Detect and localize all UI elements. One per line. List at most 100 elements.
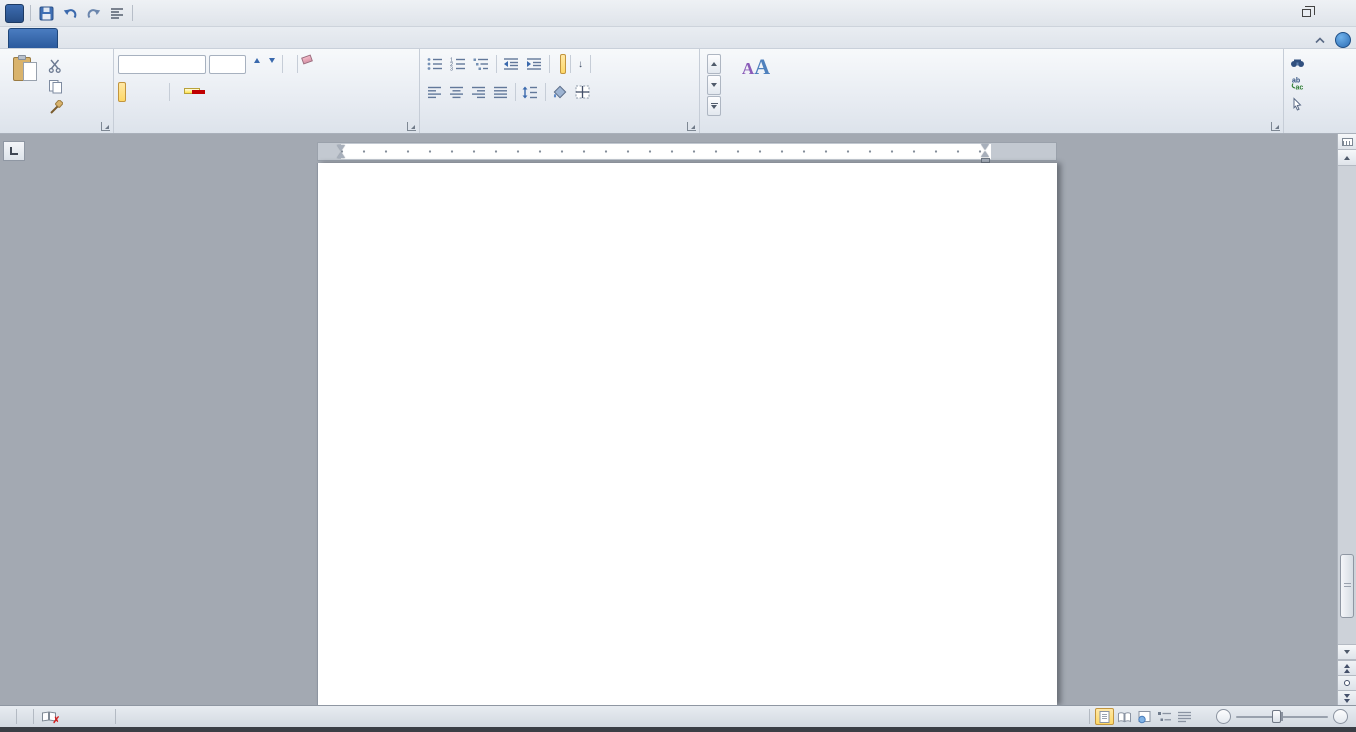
increase-indent-button[interactable] <box>523 54 545 74</box>
bullets-button[interactable] <box>424 54 446 74</box>
align-center-icon <box>449 86 464 99</box>
status-bar: ✗ <box>0 705 1356 727</box>
justify-lines-icon[interactable] <box>108 3 126 23</box>
text-effects-button[interactable] <box>173 82 181 102</box>
save-button[interactable] <box>37 3 56 23</box>
divider <box>496 55 497 73</box>
first-line-indent-marker[interactable] <box>981 144 990 163</box>
multilevel-list-button[interactable] <box>470 54 492 74</box>
styles-scroll-up-button[interactable] <box>707 54 721 74</box>
underline-button[interactable] <box>134 82 142 102</box>
show-paragraph-marks-button[interactable] <box>594 54 600 74</box>
clipboard-small-buttons <box>46 52 69 119</box>
font-name-select[interactable] <box>118 55 206 74</box>
change-case-button[interactable] <box>286 54 294 74</box>
clipboard-dialog-launcher[interactable] <box>101 122 110 131</box>
paragraph-dialog-launcher[interactable] <box>687 122 696 131</box>
save-icon <box>39 6 54 21</box>
styles-gallery-expand-button[interactable] <box>707 96 721 116</box>
customize-qat-button[interactable] <box>139 3 143 23</box>
decrease-indent-button[interactable] <box>500 54 522 74</box>
undo-button[interactable] <box>60 3 80 23</box>
ruler-active-area <box>341 144 991 159</box>
justify-button[interactable] <box>490 82 511 102</box>
title-bar <box>0 0 1356 27</box>
borders-button[interactable] <box>572 82 594 102</box>
align-left-button[interactable] <box>424 82 445 102</box>
paste-button[interactable] <box>4 52 46 118</box>
ltr-direction-button[interactable] <box>553 54 559 74</box>
ribbon-tab-row <box>0 27 1356 48</box>
zoom-in-button[interactable] <box>1333 709 1348 724</box>
font-dialog-launcher[interactable] <box>407 122 416 131</box>
view-ruler-toggle-button[interactable] <box>1338 134 1356 150</box>
tab-file[interactable] <box>8 28 58 48</box>
draft-view-icon <box>1177 710 1192 724</box>
right-indent-marker[interactable] <box>337 145 345 158</box>
browse-object-icon <box>1344 680 1350 686</box>
clear-formatting-button[interactable] <box>301 54 309 74</box>
word-logo-icon[interactable] <box>5 4 24 23</box>
strikethrough-button[interactable] <box>142 82 150 102</box>
subscript-button[interactable] <box>150 82 158 102</box>
outline-view-icon <box>1157 710 1172 724</box>
styles-dialog-launcher[interactable] <box>1271 122 1280 131</box>
select-button[interactable] <box>1290 94 1354 114</box>
restore-button[interactable] <box>1292 3 1320 23</box>
zoom-slider-handle[interactable] <box>1272 710 1281 723</box>
bold-button[interactable] <box>118 82 126 102</box>
proofing-status-icon[interactable]: ✗ <box>42 711 57 723</box>
close-button[interactable] <box>1322 3 1350 23</box>
font-size-select[interactable] <box>209 55 246 74</box>
print-layout-view-button[interactable] <box>1095 708 1114 725</box>
vertical-scrollbar[interactable] <box>1337 134 1356 705</box>
cut-button[interactable] <box>46 56 69 75</box>
previous-page-button[interactable] <box>1338 660 1356 675</box>
numbering-button[interactable]: 123 <box>447 54 469 74</box>
outline-view-button[interactable] <box>1155 708 1174 725</box>
scrollbar-track[interactable] <box>1338 166 1356 666</box>
align-right-button[interactable] <box>468 82 489 102</box>
document-area <box>0 134 1356 705</box>
binoculars-icon <box>1290 56 1305 69</box>
paintbrush-icon <box>48 100 63 115</box>
select-browse-object-button[interactable] <box>1338 675 1356 690</box>
web-layout-view-button[interactable] <box>1135 708 1154 725</box>
format-painter-button[interactable] <box>46 98 69 117</box>
rtl-direction-button[interactable] <box>560 54 566 74</box>
highlight-button[interactable] <box>181 82 189 102</box>
zoom-slider-center-tick <box>1281 712 1283 721</box>
scroll-down-button[interactable] <box>1338 644 1356 660</box>
redo-button[interactable] <box>84 3 104 23</box>
align-left-icon <box>427 86 442 99</box>
superscript-button[interactable] <box>158 82 166 102</box>
replace-button[interactable]: abac <box>1290 73 1354 93</box>
copy-button[interactable] <box>46 77 69 96</box>
scroll-up-button[interactable] <box>1338 150 1356 166</box>
clipboard-icon <box>13 55 37 83</box>
zoom-out-button[interactable] <box>1216 709 1231 724</box>
zoom-slider[interactable] <box>1236 709 1328 724</box>
full-screen-reading-view-button[interactable] <box>1115 708 1134 725</box>
horizontal-ruler[interactable] <box>317 142 1057 161</box>
next-page-button[interactable] <box>1338 690 1356 705</box>
grow-font-button[interactable] <box>249 54 264 74</box>
svg-text:ab: ab <box>1292 78 1300 85</box>
document-page[interactable] <box>317 163 1057 705</box>
align-center-button[interactable] <box>446 82 467 102</box>
find-button[interactable] <box>1290 52 1354 72</box>
line-spacing-button[interactable] <box>519 82 541 102</box>
scrollbar-thumb[interactable] <box>1340 554 1354 618</box>
italic-button[interactable] <box>126 82 134 102</box>
change-styles-button[interactable]: AA <box>727 52 785 119</box>
shading-button[interactable] <box>549 82 571 102</box>
styles-scroll-down-button[interactable] <box>707 75 721 95</box>
triangle-up-icon <box>254 58 260 63</box>
sort-button[interactable]: ↓ <box>574 54 586 74</box>
minimize-button[interactable] <box>1262 3 1290 23</box>
shrink-font-button[interactable] <box>264 54 279 74</box>
collapse-ribbon-button[interactable] <box>1311 33 1329 47</box>
draft-view-button[interactable] <box>1175 708 1194 725</box>
tab-stop-selector[interactable] <box>3 141 25 161</box>
help-button[interactable] <box>1335 32 1351 48</box>
